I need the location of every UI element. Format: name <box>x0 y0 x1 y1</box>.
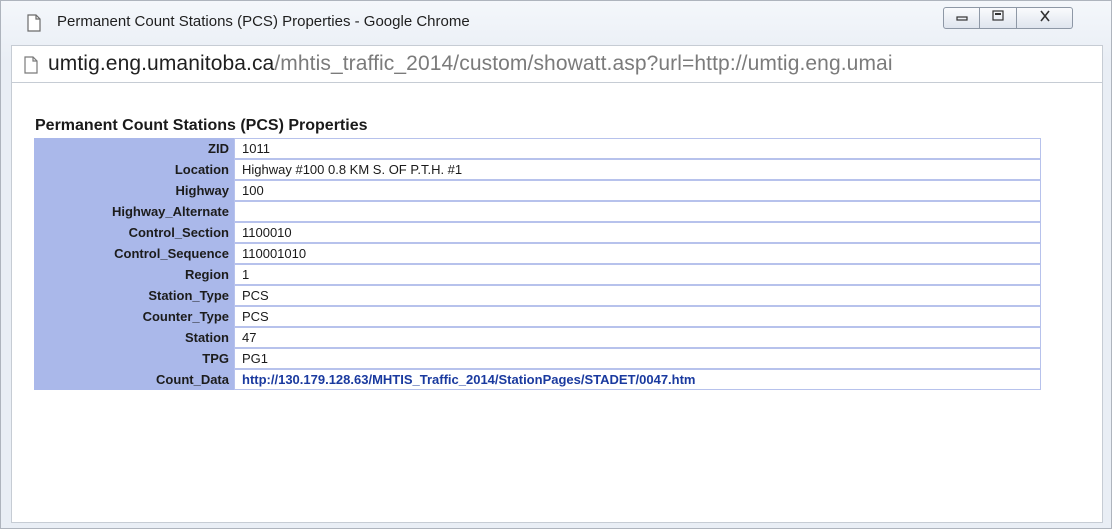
property-value: PCS <box>234 285 1041 306</box>
table-row: Control_Section 1100010 <box>34 222 1041 243</box>
property-value: PCS <box>234 306 1041 327</box>
browser-window: Permanent Count Stations (PCS) Propertie… <box>0 0 1112 529</box>
property-label: TPG <box>34 348 234 369</box>
property-value: 110001010 <box>234 243 1041 264</box>
table-row: Counter_Type PCS <box>34 306 1041 327</box>
property-value: PG1 <box>234 348 1041 369</box>
table-row: TPG PG1 <box>34 348 1041 369</box>
url-path: /mhtis_traffic_2014/custom/showatt.asp?u… <box>274 52 893 75</box>
property-value: http://130.179.128.63/MHTIS_Traffic_2014… <box>234 369 1041 390</box>
property-label: Control_Sequence <box>34 243 234 264</box>
page-icon <box>22 55 40 75</box>
window-controls <box>943 7 1073 35</box>
table-row: Station 47 <box>34 327 1041 348</box>
table-row: Count_Data http://130.179.128.63/MHTIS_Tr… <box>34 369 1041 390</box>
url-text[interactable]: umtig.eng.umanitoba.ca/mhtis_traffic_201… <box>48 52 893 76</box>
table-row: Station_Type PCS <box>34 285 1041 306</box>
property-value: Highway #100 0.8 KM S. OF P.T.H. #1 <box>234 159 1041 180</box>
url-host: umtig.eng.umanitoba.ca <box>48 52 275 75</box>
page-icon <box>25 14 43 32</box>
address-bar[interactable]: umtig.eng.umanitoba.ca/mhtis_traffic_201… <box>11 45 1103 83</box>
property-label: ZID <box>34 138 234 159</box>
page-content: Permanent Count Stations (PCS) Propertie… <box>11 83 1103 523</box>
property-label: Station_Type <box>34 285 234 306</box>
table-row: ZID 1011 <box>34 138 1041 159</box>
property-label: Highway_Alternate <box>34 201 234 222</box>
properties-table: ZID 1011 Location Highway #100 0.8 KM S. OF… <box>34 138 1041 390</box>
count-data-link[interactable]: http://130.179.128.63/MHTIS_Traffic_2014… <box>242 372 696 387</box>
minimize-icon <box>955 9 969 27</box>
property-value: 1 <box>234 264 1041 285</box>
restore-icon <box>991 9 1005 27</box>
title-bar[interactable]: Permanent Count Stations (PCS) Propertie… <box>1 1 1111 45</box>
property-label: Control_Section <box>34 222 234 243</box>
close-icon <box>1038 9 1052 27</box>
property-value <box>234 201 1041 222</box>
property-label: Highway <box>34 180 234 201</box>
property-label: Counter_Type <box>34 306 234 327</box>
table-row: Location Highway #100 0.8 KM S. OF P.T.H.… <box>34 159 1041 180</box>
property-value: 1011 <box>234 138 1041 159</box>
table-row: Region 1 <box>34 264 1041 285</box>
table-row: Highway 100 <box>34 180 1041 201</box>
property-label: Location <box>34 159 234 180</box>
restore-button[interactable] <box>980 7 1017 29</box>
property-label: Region <box>34 264 234 285</box>
window-title: Permanent Count Stations (PCS) Propertie… <box>57 13 470 30</box>
property-label: Count_Data <box>34 369 234 390</box>
property-value: 47 <box>234 327 1041 348</box>
property-value: 1100010 <box>234 222 1041 243</box>
page-title: Permanent Count Stations (PCS) Propertie… <box>35 117 368 134</box>
table-row: Highway_Alternate <box>34 201 1041 222</box>
minimize-button[interactable] <box>943 7 980 29</box>
property-label: Station <box>34 327 234 348</box>
property-value: 100 <box>234 180 1041 201</box>
close-button[interactable] <box>1017 7 1073 29</box>
table-row: Control_Sequence 110001010 <box>34 243 1041 264</box>
